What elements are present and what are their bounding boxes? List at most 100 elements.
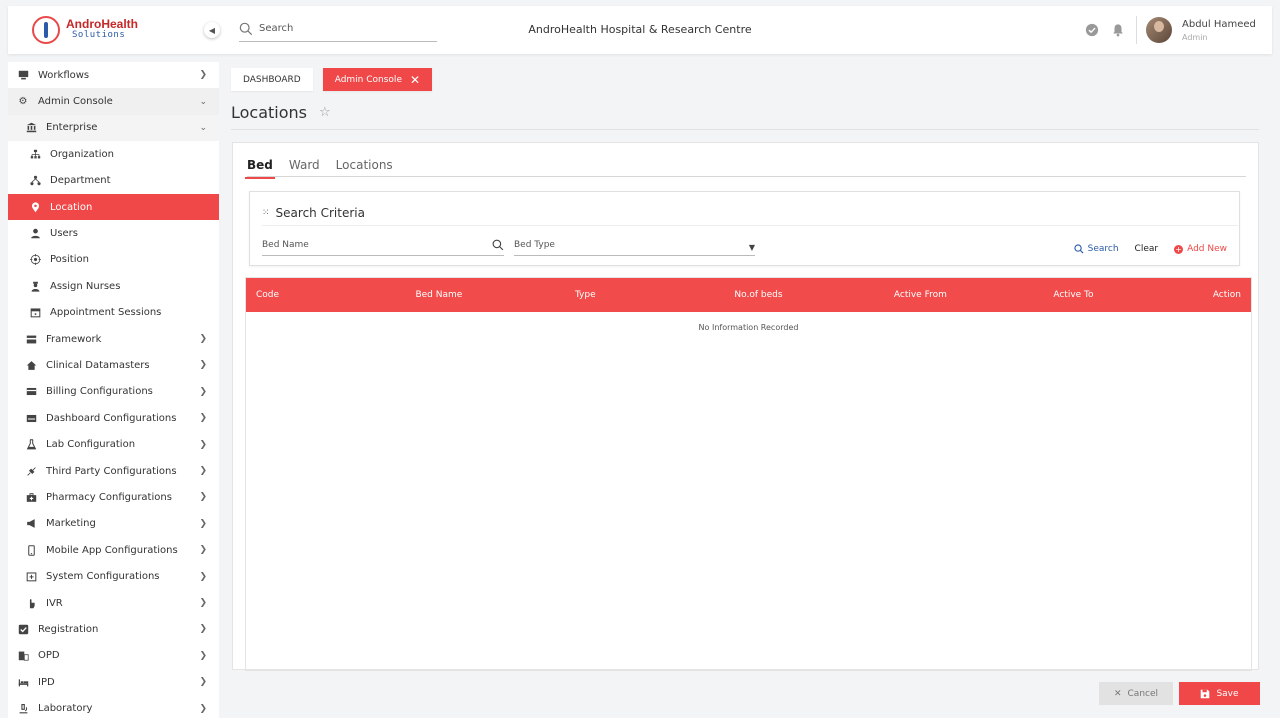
- bed-type-input[interactable]: [514, 239, 714, 250]
- sidebar-item-clinical-datamasters[interactable]: Clinical Datamasters ❯: [8, 352, 219, 378]
- sidebar-item-enterprise[interactable]: Enterprise ⌄: [8, 114, 219, 142]
- logo-subtitle: Solutions: [72, 30, 126, 40]
- user-role: Admin: [1182, 33, 1208, 42]
- plus-icon: +: [1174, 244, 1184, 254]
- tab-bar: Bed Ward Locations: [245, 153, 1246, 179]
- save-button[interactable]: Save: [1179, 682, 1260, 705]
- chevron-right-icon: ❯: [199, 439, 207, 450]
- star-icon[interactable]: ☆: [319, 105, 331, 120]
- chevron-right-icon: ❯: [199, 703, 207, 714]
- column-header-type[interactable]: Type: [565, 290, 724, 300]
- table-header: Code Bed Name Type No.of beds Active Fro…: [246, 278, 1251, 312]
- chevron-right-icon: ❯: [199, 386, 207, 397]
- hand-icon: [24, 596, 38, 610]
- chevron-down-icon: ⌄: [199, 96, 207, 107]
- chevron-right-icon: ❯: [199, 598, 207, 608]
- sidebar-item-opd[interactable]: OPD ❯: [8, 643, 219, 669]
- close-icon[interactable]: ✕: [410, 73, 420, 87]
- search-criteria-panel: ⁙ Search Criteria ▼ Search Clear + Add N…: [249, 191, 1240, 266]
- sidebar-item-framework[interactable]: Framework ❯: [8, 326, 219, 352]
- breadcrumb: DASHBOARD Admin Console ✕: [231, 68, 433, 91]
- org-chart-icon: [28, 147, 42, 161]
- column-header-active-to[interactable]: Active To: [1043, 290, 1202, 300]
- sidebar-item-mobile-app-configurations[interactable]: Mobile App Configurations ❯: [8, 537, 219, 563]
- sidebar-item-laboratory[interactable]: Laboratory ❯: [8, 695, 219, 718]
- nurse-icon: [28, 279, 42, 293]
- search-icon[interactable]: [492, 239, 504, 251]
- sidebar-item-appointment-sessions[interactable]: Appointment Sessions: [8, 300, 219, 326]
- sidebar: Workflows ❯ ⚙ Admin Console ⌄ Enterprise…: [8, 62, 219, 718]
- home-icon: [24, 358, 38, 372]
- chevron-right-icon: ❯: [199, 677, 207, 688]
- tab-bed[interactable]: Bed: [245, 153, 275, 179]
- criteria-actions: Search Clear + Add New: [1073, 244, 1227, 254]
- breadcrumb-admin-console[interactable]: Admin Console ✕: [322, 68, 433, 91]
- sidebar-item-department[interactable]: Department: [8, 168, 219, 194]
- chevron-right-icon: ❯: [199, 492, 207, 503]
- search-icon: [1073, 244, 1084, 254]
- global-search-input[interactable]: [259, 23, 419, 34]
- sidebar-item-position[interactable]: Position: [8, 247, 219, 273]
- search-button[interactable]: Search: [1073, 244, 1119, 254]
- cancel-button[interactable]: ✕ Cancel: [1099, 682, 1173, 705]
- chevron-right-icon: ❯: [199, 413, 207, 424]
- sidebar-item-registration[interactable]: Registration ❯: [8, 616, 219, 642]
- floppy-disk-icon: [1201, 689, 1210, 698]
- sidebar-item-ivr[interactable]: IVR ❯: [8, 590, 219, 616]
- bank-icon: [24, 121, 38, 135]
- card-icon: [24, 385, 38, 399]
- search-criteria-title: ⁙ Search Criteria: [262, 206, 365, 220]
- bed-name-field[interactable]: [262, 234, 504, 256]
- sidebar-item-billing-configurations[interactable]: Billing Configurations ❯: [8, 379, 219, 405]
- sidebar-item-dashboard-configurations[interactable]: Dashboard Configurations ❯: [8, 405, 219, 431]
- chevron-left-icon: ◀: [208, 25, 216, 35]
- megaphone-icon: [24, 517, 38, 531]
- avatar[interactable]: [1146, 17, 1172, 43]
- page-title: Locations ☆: [231, 103, 331, 122]
- grid-dots-icon: ⁙: [262, 208, 270, 218]
- hospital-icon: [24, 570, 38, 584]
- sidebar-item-system-configurations[interactable]: System Configurations ❯: [8, 563, 219, 589]
- sidebar-item-lab-configuration[interactable]: Lab Configuration ❯: [8, 431, 219, 457]
- sidebar-item-third-party-configurations[interactable]: Third Party Configurations ❯: [8, 458, 219, 484]
- sidebar-item-workflows[interactable]: Workflows ❯: [8, 62, 219, 88]
- app-logo[interactable]: AndroHealth Solutions: [8, 16, 208, 44]
- target-icon: [28, 253, 42, 267]
- clear-button[interactable]: Clear: [1135, 244, 1159, 254]
- logo-title: AndroHealth: [66, 17, 138, 31]
- bed-name-input[interactable]: [262, 239, 462, 250]
- calendar-icon: [28, 306, 42, 320]
- bed-type-select[interactable]: ▼: [514, 234, 755, 256]
- sidebar-item-admin-console[interactable]: ⚙ Admin Console ⌄: [8, 88, 219, 115]
- caduceus-icon: [32, 16, 60, 44]
- flask-icon: [24, 438, 38, 452]
- sidebar-item-pharmacy-configurations[interactable]: Pharmacy Configurations ❯: [8, 484, 219, 510]
- hierarchy-icon: [28, 174, 42, 188]
- global-search[interactable]: [239, 16, 437, 42]
- user-info[interactable]: Abdul Hameed Admin: [1182, 18, 1256, 44]
- sidebar-item-ipd[interactable]: IPD ❯: [8, 669, 219, 695]
- sidebar-item-organization[interactable]: Organization: [8, 141, 219, 167]
- sidebar-item-assign-nurses[interactable]: Assign Nurses: [8, 273, 219, 299]
- sidebar-item-users[interactable]: Users: [8, 220, 219, 246]
- microscope-icon: [16, 702, 30, 716]
- sidebar-item-location[interactable]: Location: [8, 193, 219, 221]
- column-header-code[interactable]: Code: [246, 290, 405, 300]
- gear-icon: ⚙: [18, 96, 28, 108]
- column-header-active-from[interactable]: Active From: [884, 290, 1043, 300]
- chevron-right-icon: ❯: [199, 466, 207, 477]
- column-header-no-of-beds[interactable]: No.of beds: [724, 290, 883, 300]
- collapse-sidebar-button[interactable]: ◀: [204, 22, 220, 38]
- beds-table: Code Bed Name Type No.of beds Active Fro…: [245, 277, 1252, 671]
- sidebar-item-marketing[interactable]: Marketing ❯: [8, 511, 219, 537]
- search-icon: [239, 22, 253, 35]
- column-header-bed-name[interactable]: Bed Name: [405, 290, 564, 300]
- tab-locations[interactable]: Locations: [336, 153, 393, 177]
- breadcrumb-dashboard[interactable]: DASHBOARD: [231, 68, 313, 91]
- verified-icon[interactable]: [1084, 22, 1100, 38]
- add-new-button[interactable]: + Add New: [1174, 244, 1227, 254]
- tab-ward[interactable]: Ward: [289, 153, 320, 177]
- bell-icon[interactable]: [1110, 22, 1126, 38]
- chevron-right-icon: ❯: [199, 545, 207, 556]
- criteria-divider: [262, 225, 1238, 226]
